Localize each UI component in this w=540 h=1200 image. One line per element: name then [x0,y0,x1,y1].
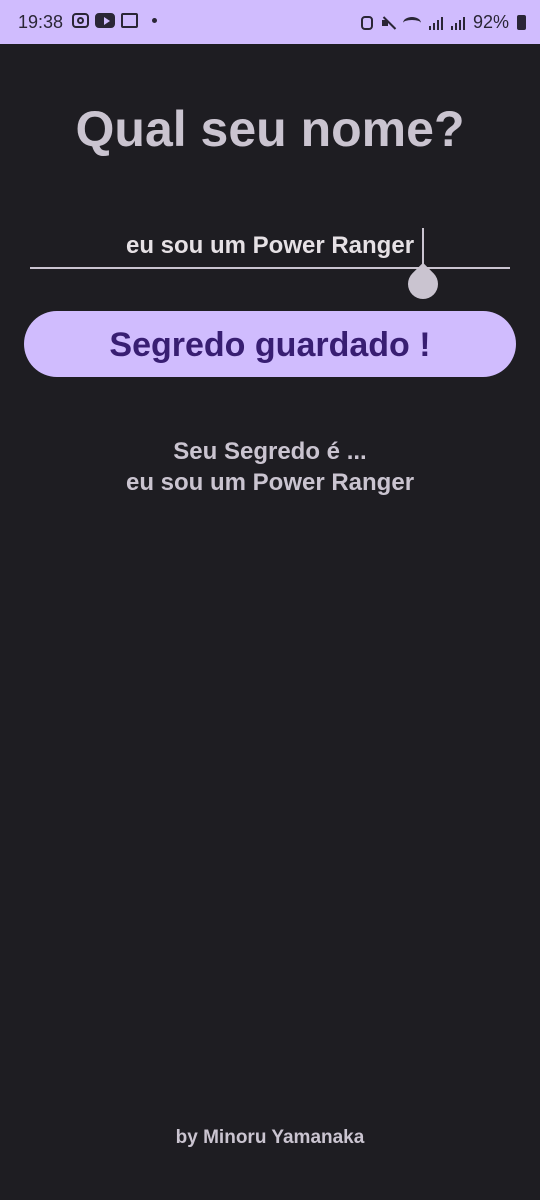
cast-icon [121,13,138,28]
status-right-icons: 92% [360,12,526,33]
save-secret-button[interactable]: Segredo guardado ! [24,311,516,377]
alarm-icon [360,15,373,30]
page-title: Qual seu nome? [75,101,465,157]
signal-icon [428,16,443,30]
battery-icon [517,15,526,30]
signal-icon [450,16,465,30]
input-underline [30,267,510,269]
youtube-icon [95,13,115,28]
instagram-icon [72,13,89,28]
notification-dot-icon [152,18,157,23]
name-input-value[interactable]: eu sou um Power Ranger [30,232,510,260]
status-time: 19:38 [18,12,64,32]
secret-heading: Seu Segredo é ... [173,438,367,465]
app-screen: 19:38 92% Qual seu nome? eu sou um Power… [0,0,540,1200]
status-left-icons [72,13,157,28]
name-input[interactable]: eu sou um Power Ranger [30,220,510,306]
status-bar: 19:38 92% [0,0,540,44]
mute-icon [381,15,395,31]
footer-credit: by Minoru Yamanaka [175,1127,365,1148]
battery-percent: 92% [472,12,509,32]
secret-value: eu sou um Power Ranger [125,469,415,496]
cursor-handle-icon[interactable] [401,262,445,306]
wifi-icon [402,16,421,29]
text-caret [422,228,424,264]
secret-display: Seu Segredo é ... eu sou um Power Ranger [0,436,540,498]
